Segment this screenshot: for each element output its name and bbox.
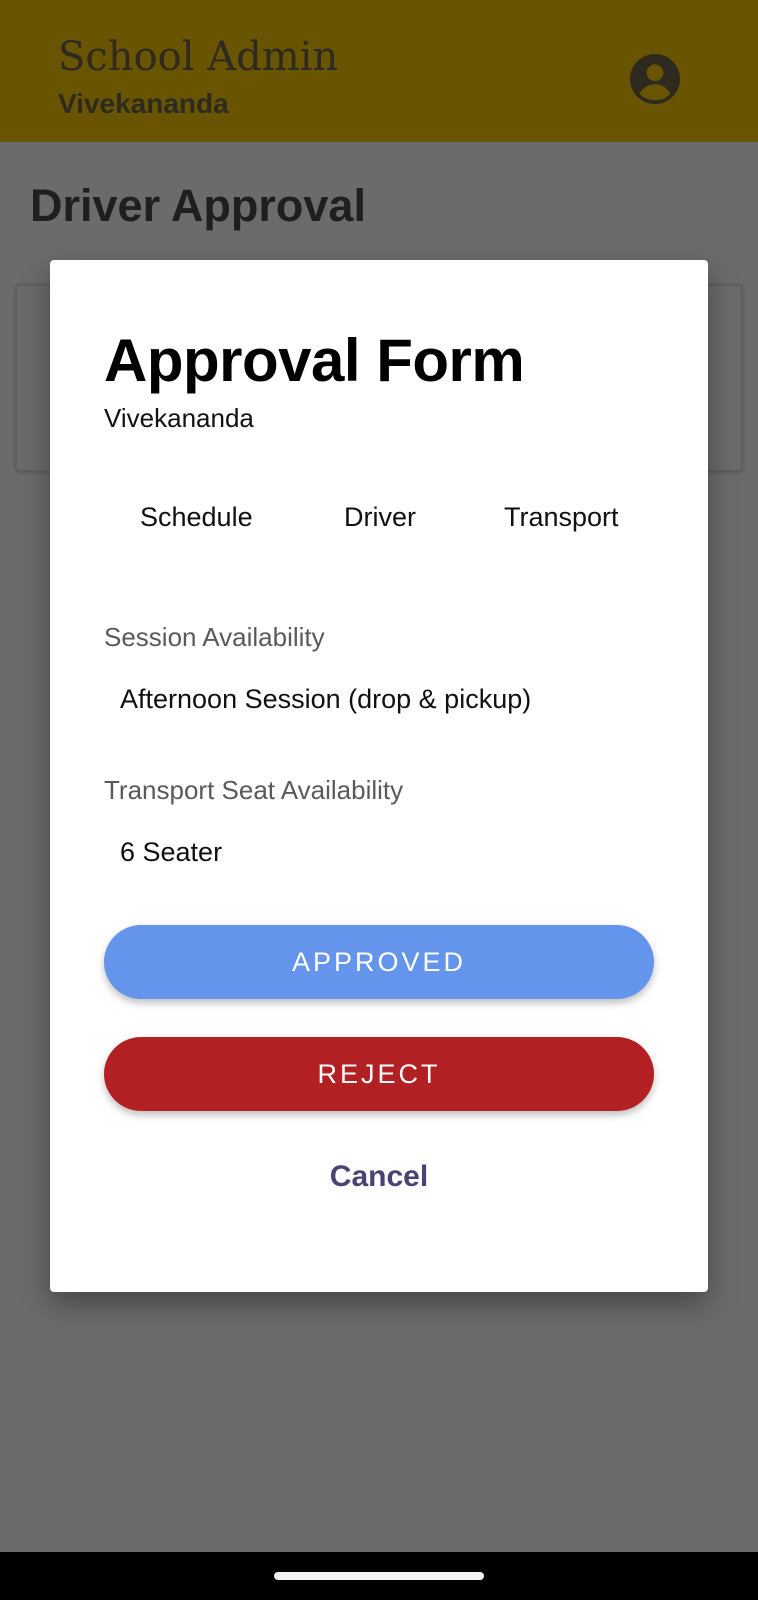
session-availability-label: Session Availability [104, 622, 325, 652]
tab-driver[interactable]: Driver [340, 496, 420, 539]
approve-button[interactable]: APPROVED [104, 925, 654, 999]
cancel-button[interactable]: Cancel [50, 1160, 708, 1194]
app-bar: School Admin Vivekananda [0, 0, 758, 142]
app-title: School Admin [58, 34, 339, 80]
approval-dialog: Approval Form Vivekananda Schedule Drive… [50, 260, 708, 1292]
reject-button[interactable]: REJECT [104, 1037, 654, 1111]
dialog-title: Approval Form [104, 327, 525, 394]
home-indicator[interactable] [274, 1572, 484, 1580]
seat-availability-select[interactable]: 6 Seater [104, 826, 654, 878]
tab-transport[interactable]: Transport [500, 496, 623, 539]
page-title: Driver Approval [30, 180, 366, 231]
app-subtitle: Vivekananda [58, 88, 229, 119]
account-circle-icon[interactable] [630, 54, 680, 104]
seat-availability-label: Transport Seat Availability [104, 775, 404, 805]
dialog-subtitle: Vivekananda [104, 403, 254, 433]
session-availability-select[interactable]: Afternoon Session (drop & pickup) [104, 673, 654, 725]
screen: School Admin Vivekananda Driver Approval… [0, 0, 758, 1600]
tab-schedule[interactable]: Schedule [136, 496, 257, 539]
system-nav-bar [0, 1552, 758, 1600]
